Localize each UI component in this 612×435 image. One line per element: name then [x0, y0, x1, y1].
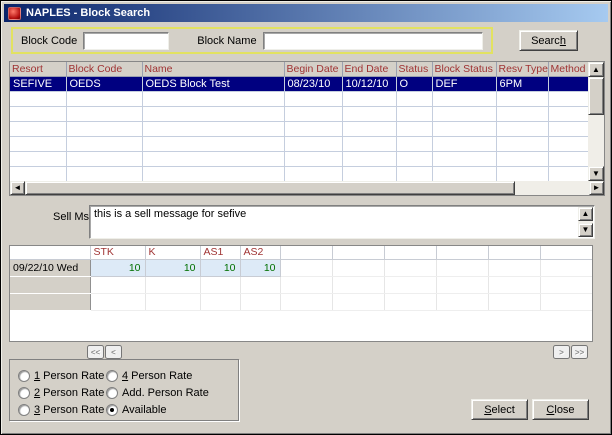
- window-title: NAPLES - Block Search: [26, 7, 150, 19]
- cell-block-status: DEF: [432, 76, 496, 91]
- column-header-begin-date: Begin Date: [284, 62, 342, 76]
- column-header-method: Method: [548, 62, 588, 76]
- cell-end-date: 10/12/10: [342, 76, 396, 91]
- rate-value-as1[interactable]: 10: [200, 259, 240, 276]
- up-arrow-icon: ▲: [582, 209, 590, 218]
- scroll-left-button[interactable]: ◄: [10, 181, 25, 195]
- scroll-up-button[interactable]: ▲: [588, 62, 604, 77]
- sell-scroll-up-button[interactable]: ▲: [578, 207, 593, 221]
- column-header-block-status: Block Status: [432, 62, 496, 76]
- table-row-selected[interactable]: SEFIVE OEDS OEDS Block Test 08/23/10 10/…: [10, 76, 588, 91]
- table-row-empty[interactable]: [10, 121, 588, 136]
- rate-options-group: 1 Person Rate 4 Person Rate 2 Person Rat…: [9, 359, 239, 421]
- radio-3-person-rate[interactable]: 3 Person Rate: [18, 401, 106, 418]
- sell-msg-text: this is a sell message for sefive: [94, 208, 246, 220]
- horizontal-scroll-thumb[interactable]: [25, 181, 515, 195]
- radio-2-person-rate[interactable]: 2 Person Rate: [18, 384, 106, 401]
- block-search-window: NAPLES - Block Search Block Code Block N…: [0, 0, 612, 435]
- radio-icon: [18, 404, 30, 416]
- column-header-resv-type: Resv Type: [496, 62, 548, 76]
- radio-label: Available: [122, 404, 166, 416]
- radio-label: 2 Person Rate: [34, 387, 104, 399]
- cell-resv-type: 6PM: [496, 76, 548, 91]
- results-header-row: Resort Block Code Name Begin Date End Da…: [10, 62, 588, 76]
- search-panel: Block Code Block Name: [11, 27, 493, 54]
- vertical-scroll-thumb[interactable]: [588, 77, 604, 115]
- radio-label: Add. Person Rate: [122, 387, 209, 399]
- sell-msg-scrollbar[interactable]: ▲ ▼: [578, 207, 593, 237]
- title-bar[interactable]: NAPLES - Block Search: [4, 4, 608, 22]
- sell-scroll-down-button[interactable]: ▼: [578, 223, 593, 237]
- cell-status: O: [396, 76, 432, 91]
- rate-value-stk[interactable]: 10: [90, 259, 145, 276]
- rate-corner-cell: [10, 246, 90, 259]
- radio-label: 3 Person Rate: [34, 404, 104, 416]
- table-row-empty[interactable]: [10, 106, 588, 121]
- radio-icon: [106, 387, 118, 399]
- column-header-block-code: Block Code: [66, 62, 142, 76]
- down-arrow-icon: ▼: [592, 169, 600, 178]
- block-code-input[interactable]: [83, 32, 169, 50]
- results-table: Resort Block Code Name Begin Date End Da…: [10, 62, 589, 182]
- pager-last-button[interactable]: >>: [571, 345, 588, 359]
- sell-msg-textarea[interactable]: this is a sell message for sefive ▲ ▼: [89, 205, 595, 239]
- scroll-down-button[interactable]: ▼: [588, 166, 604, 181]
- rate-value-as2[interactable]: 10: [240, 259, 280, 276]
- column-header-status: Status: [396, 62, 432, 76]
- cell-resort: SEFIVE: [10, 76, 66, 91]
- column-header-name: Name: [142, 62, 284, 76]
- radio-label: 1 Person Rate: [34, 370, 104, 382]
- radio-icon: [106, 404, 118, 416]
- results-table-area: Resort Block Code Name Begin Date End Da…: [9, 61, 605, 196]
- left-arrow-icon: ◄: [14, 183, 22, 192]
- pager-first-button[interactable]: <<: [87, 345, 104, 359]
- rate-column-as1: AS1: [200, 246, 240, 259]
- search-button[interactable]: Search: [519, 30, 578, 51]
- radio-icon: [18, 370, 30, 382]
- down-arrow-icon: ▼: [582, 225, 590, 234]
- radio-available[interactable]: Available: [106, 401, 238, 418]
- results-horizontal-scrollbar[interactable]: ◄ ►: [10, 181, 604, 195]
- rate-row-date: 09/22/10 Wed: [10, 259, 90, 276]
- column-header-end-date: End Date: [342, 62, 396, 76]
- cell-begin-date: 08/23/10: [284, 76, 342, 91]
- table-row-empty[interactable]: [10, 151, 588, 166]
- rate-column-k: K: [145, 246, 200, 259]
- radio-1-person-rate[interactable]: 1 Person Rate: [18, 367, 106, 384]
- up-arrow-icon: ▲: [592, 65, 600, 74]
- block-code-label: Block Code: [21, 35, 77, 47]
- results-body: SEFIVE OEDS OEDS Block Test 08/23/10 10/…: [10, 76, 588, 181]
- rate-value-k[interactable]: 10: [145, 259, 200, 276]
- table-row-empty[interactable]: [10, 166, 588, 181]
- table-row-empty[interactable]: [10, 91, 588, 106]
- right-arrow-icon: ►: [593, 183, 601, 192]
- rate-grid-body: 09/22/10 Wed 10 10 10 10: [10, 259, 592, 310]
- rate-row-empty: [10, 276, 592, 293]
- rate-grid-header-row: STK K AS1 AS2: [10, 246, 592, 259]
- close-button[interactable]: Close: [532, 399, 589, 420]
- cell-name: OEDS Block Test: [142, 76, 284, 91]
- rate-grid: STK K AS1 AS2 09/22/10 Wed 10 10 10 10: [9, 245, 593, 342]
- block-name-input[interactable]: [263, 32, 483, 50]
- rate-column-as2: AS2: [240, 246, 280, 259]
- radio-icon: [18, 387, 30, 399]
- app-icon: [8, 7, 21, 20]
- cell-method: [548, 76, 588, 91]
- radio-label: 4 Person Rate: [122, 370, 192, 382]
- cell-block-code: OEDS: [66, 76, 142, 91]
- rate-row-empty: [10, 293, 592, 310]
- radio-add-person-rate[interactable]: Add. Person Rate: [106, 384, 238, 401]
- rate-column-stk: STK: [90, 246, 145, 259]
- pager-prev-button[interactable]: <: [105, 345, 122, 359]
- pager-next-button[interactable]: >: [553, 345, 570, 359]
- select-button[interactable]: Select: [471, 399, 528, 420]
- rate-row[interactable]: 09/22/10 Wed 10 10 10 10: [10, 259, 592, 276]
- radio-icon: [106, 370, 118, 382]
- column-header-resort: Resort: [10, 62, 66, 76]
- scroll-right-button[interactable]: ►: [589, 181, 604, 195]
- radio-4-person-rate[interactable]: 4 Person Rate: [106, 367, 238, 384]
- block-name-label: Block Name: [197, 35, 256, 47]
- table-row-empty[interactable]: [10, 136, 588, 151]
- results-vertical-scrollbar[interactable]: ▲ ▼: [588, 62, 604, 181]
